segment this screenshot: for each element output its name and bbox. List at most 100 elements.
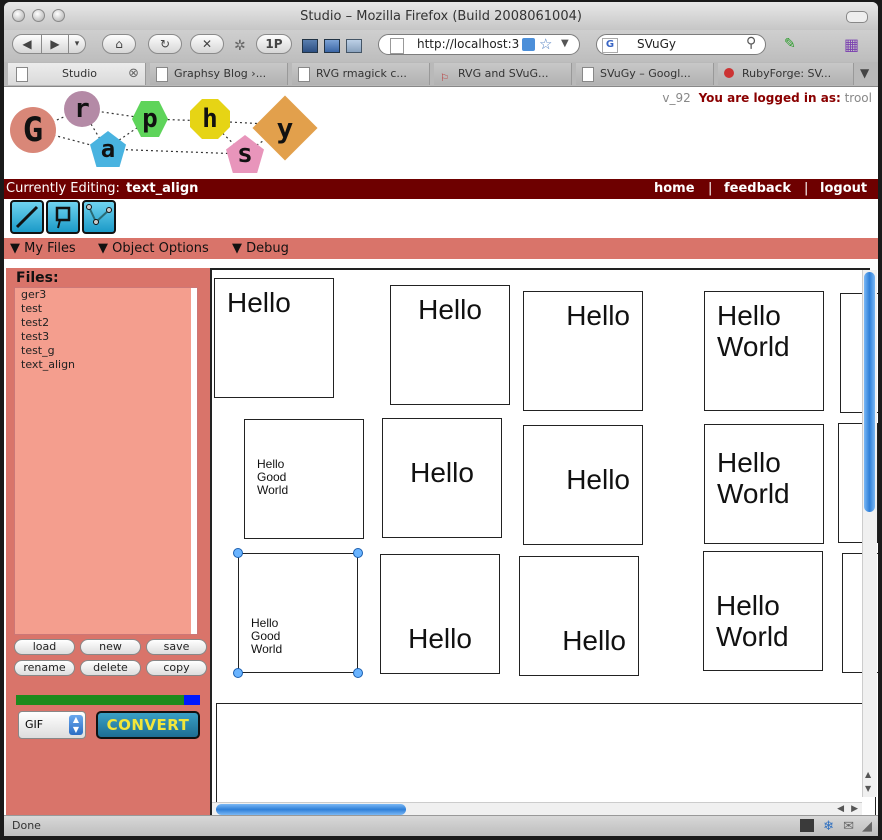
- scroll-up-icon[interactable]: ▲: [865, 770, 871, 779]
- search-icon[interactable]: ⚲: [746, 35, 756, 51]
- tab-list-icon[interactable]: ▼: [860, 66, 869, 80]
- horizontal-scroll-thumb[interactable]: [216, 804, 406, 815]
- tab-svugy-google[interactable]: SVuGy – Googl...: [576, 63, 714, 85]
- resize-grip-icon[interactable]: ◢: [862, 817, 872, 836]
- progress-bar: [16, 695, 200, 705]
- scroll-left-icon[interactable]: ◀: [837, 804, 844, 814]
- files-scrollbar[interactable]: [191, 288, 197, 634]
- history-dropdown-button[interactable]: ▾: [68, 34, 86, 54]
- logout-link[interactable]: logout: [820, 179, 867, 199]
- tab-label: RVG and SVuG...: [458, 67, 549, 80]
- home-button[interactable]: ⌂: [102, 34, 136, 54]
- file-item[interactable]: ger3: [15, 288, 197, 302]
- url-dropdown-icon[interactable]: ▼: [561, 38, 569, 49]
- format-value: GIF: [25, 718, 44, 731]
- card-text: World: [716, 621, 789, 652]
- page-icon: [156, 67, 168, 82]
- login-status: v_92 You are logged in as: trool: [662, 91, 872, 105]
- resize-handle[interactable]: [233, 668, 243, 678]
- copy-button[interactable]: copy: [146, 660, 207, 676]
- search-input[interactable]: SVuGy: [596, 34, 766, 55]
- line-tool-button[interactable]: [10, 200, 44, 234]
- stop-button[interactable]: ✕: [190, 34, 224, 54]
- progress-indicator: [184, 695, 200, 705]
- tab-studio[interactable]: Studio ⊗: [8, 63, 146, 85]
- file-item[interactable]: test3: [15, 330, 197, 344]
- text-box[interactable]: Hello World: [703, 551, 823, 671]
- delete-button[interactable]: delete: [80, 660, 141, 676]
- file-item[interactable]: test: [15, 302, 197, 316]
- card-text: Hello: [418, 294, 482, 325]
- text-box[interactable]: Hello: [380, 554, 500, 674]
- google-engine-icon[interactable]: G: [602, 38, 618, 53]
- page-tool-icon[interactable]: [346, 39, 362, 53]
- scroll-down-icon[interactable]: ▼: [865, 784, 871, 793]
- new-button[interactable]: new: [80, 639, 141, 655]
- text-box[interactable]: Hello World: [704, 424, 824, 544]
- resize-handle[interactable]: [353, 668, 363, 678]
- text-box-selected[interactable]: Hello Good World: [238, 553, 358, 673]
- onepassword-button[interactable]: 1P: [256, 34, 292, 54]
- object-options-menu[interactable]: ▼ Object Options: [98, 238, 209, 259]
- text-box[interactable]: Hello: [519, 556, 639, 676]
- card-text: World: [717, 331, 790, 362]
- text-box[interactable]: Hello: [523, 425, 643, 545]
- text-box[interactable]: Hello World: [704, 291, 824, 411]
- toolbar-toggle-button[interactable]: [846, 11, 868, 23]
- home-link[interactable]: home: [654, 179, 695, 199]
- star-bookmark-icon[interactable]: ☆: [539, 35, 552, 53]
- editing-label: Currently Editing:: [6, 181, 120, 196]
- vertical-scrollbar[interactable]: ▲ ▼: [862, 270, 877, 797]
- menu-bar: ▼ My Files ▼ Object Options ▼ Debug: [4, 238, 878, 259]
- line-tool-icon: [15, 205, 39, 229]
- save-button[interactable]: save: [146, 639, 207, 655]
- files-heading: Files:: [16, 270, 59, 286]
- text-box[interactable]: Hello Good World: [244, 419, 364, 539]
- convert-button[interactable]: CONVERT: [96, 711, 200, 739]
- files-list[interactable]: ger3 test test2 test3 test_g text_align: [14, 287, 198, 635]
- feedback-link[interactable]: feedback: [724, 179, 791, 199]
- addon-status-icon[interactable]: ✎: [784, 36, 796, 52]
- connector-tool-icon: [86, 204, 112, 225]
- rss-feed-icon[interactable]: [522, 38, 535, 51]
- file-item[interactable]: text_align: [15, 358, 197, 372]
- resize-handle[interactable]: [353, 548, 363, 558]
- back-button[interactable]: ◀: [12, 34, 42, 54]
- resize-handle[interactable]: [233, 548, 243, 558]
- text-box-partial[interactable]: [216, 703, 876, 815]
- text-box[interactable]: Hello: [390, 285, 510, 405]
- file-item[interactable]: test_g: [15, 344, 197, 358]
- text-box[interactable]: Hello: [214, 278, 334, 398]
- rename-button[interactable]: rename: [14, 660, 75, 676]
- load-button[interactable]: load: [14, 639, 75, 655]
- forward-button[interactable]: ▶: [41, 34, 69, 54]
- gear-icon[interactable]: ✲: [234, 38, 246, 54]
- bookmark-tool-icon[interactable]: [302, 39, 318, 53]
- format-select[interactable]: GIF ▲ ▼: [18, 711, 86, 739]
- tab-label: SVuGy – Googl...: [600, 67, 691, 80]
- close-tab-icon[interactable]: ⊗: [128, 63, 139, 85]
- card-text: World: [257, 483, 289, 497]
- box-tool-button[interactable]: [46, 200, 80, 234]
- tab-graphsy-blog[interactable]: Graphsy Blog ›...: [150, 63, 288, 85]
- snowflake-icon: ❄: [823, 819, 834, 834]
- drawing-canvas[interactable]: Hello Hello Hello Hello World Hello Good Wo…: [210, 268, 878, 815]
- reload-button[interactable]: ↻: [148, 34, 182, 54]
- tab-rvg-svugy[interactable]: ⚐ RVG and SVuG...: [434, 63, 572, 85]
- file-item[interactable]: test2: [15, 316, 197, 330]
- scroll-right-icon[interactable]: ▶: [851, 804, 858, 814]
- tab-rvg-rmagick[interactable]: RVG rmagick c...: [292, 63, 430, 85]
- card-text: Hello: [566, 464, 630, 495]
- screen-tool-icon[interactable]: [324, 39, 340, 53]
- text-box[interactable]: Hello: [523, 291, 643, 411]
- vertical-scroll-thumb[interactable]: [864, 272, 875, 512]
- debug-menu[interactable]: ▼ Debug: [232, 238, 289, 259]
- horizontal-scrollbar[interactable]: ◀ ▶: [212, 802, 862, 815]
- extensions-grid-icon[interactable]: ▦: [844, 35, 859, 54]
- card-text: Hello: [717, 447, 781, 478]
- username: trool: [844, 91, 872, 105]
- tab-rubyforge[interactable]: RubyForge: SV...: [718, 63, 854, 85]
- connector-tool-button[interactable]: [82, 200, 116, 234]
- text-box[interactable]: Hello: [382, 418, 502, 538]
- my-files-menu[interactable]: ▼ My Files: [10, 238, 76, 259]
